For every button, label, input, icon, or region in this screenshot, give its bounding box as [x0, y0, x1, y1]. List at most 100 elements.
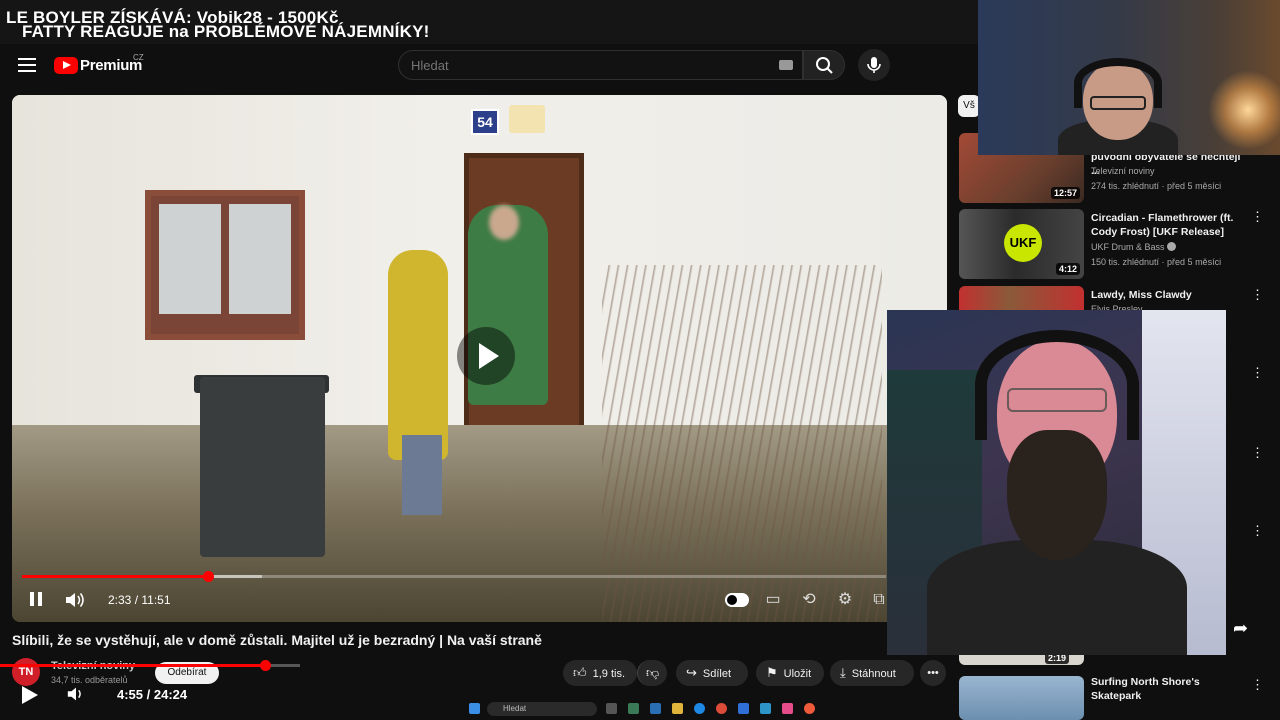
- search-icon: [816, 57, 833, 74]
- microphone-icon: [867, 57, 881, 73]
- progress-played: [22, 575, 208, 578]
- more-vertical-icon[interactable]: ⋮: [1251, 524, 1264, 537]
- headphones-icon: [975, 330, 1139, 440]
- house-number-sign: 54: [471, 109, 499, 135]
- video-thumbnail[interactable]: [959, 286, 1084, 310]
- stream-progress-handle[interactable]: [260, 660, 271, 671]
- share-arrow-icon: ↪: [686, 665, 697, 680]
- subtitles-icon[interactable]: ▭: [762, 589, 784, 611]
- thumbnail-image: [959, 286, 1084, 310]
- webcam-overlay-top: [978, 0, 1280, 155]
- thumbs-down-icon: 👎︎: [646, 665, 660, 680]
- more-vertical-icon[interactable]: ⋮: [1251, 288, 1264, 301]
- recommendation-channel[interactable]: UKF Drum & Bass: [1091, 242, 1177, 252]
- logo-country-code: CZ: [133, 53, 144, 62]
- stream-time-display: 4:55 / 24:24: [117, 687, 188, 702]
- video-title: Slíbili, že se vystěhují, ale v domě zůs…: [12, 632, 542, 648]
- share-button[interactable]: ↪ Sdílet: [676, 660, 748, 686]
- more-horizontal-icon: •••: [927, 667, 939, 679]
- settings-gear-icon[interactable]: ⚙: [834, 589, 856, 611]
- autoplay-toggle[interactable]: [725, 593, 749, 607]
- video-scene-window: [145, 190, 305, 340]
- video-scene-shrubs: [602, 265, 882, 622]
- youtube-logo-icon[interactable]: [54, 57, 78, 74]
- windows-taskbar: Hledat: [460, 700, 860, 718]
- download-button[interactable]: ⤓ Stáhnout: [830, 660, 914, 686]
- more-vertical-icon[interactable]: ⋮: [1251, 210, 1264, 223]
- more-actions-button[interactable]: •••: [920, 660, 946, 686]
- menu-icon[interactable]: [18, 58, 36, 72]
- recommendation-meta: 274 tis. zhlédnutí · před 5 měsíci: [1091, 181, 1222, 191]
- voice-search-button[interactable]: [858, 49, 890, 81]
- thumbnail-image: [959, 676, 1084, 720]
- duration-badge: 12:57: [1050, 187, 1080, 199]
- search-box[interactable]: [398, 50, 803, 80]
- channel-subscriber-count: 34,7 tis. odběratelů: [51, 675, 128, 685]
- webcam-person-beard: [1007, 430, 1107, 560]
- video-scene-bin: [200, 377, 325, 557]
- verified-icon: [1167, 242, 1177, 251]
- video-scene-person-legs: [402, 435, 442, 515]
- overlay-line-2: FATTY REAGUJE na PROBLÉMOVÉ NÁJEMNÍKY!: [22, 22, 430, 41]
- recommendation-channel[interactable]: Televizní noviny: [1091, 166, 1155, 176]
- save-label: Uložit: [783, 668, 812, 680]
- thumbs-up-icon: 👍︎: [573, 665, 587, 680]
- share-overlay-icon[interactable]: ➦: [1233, 618, 1248, 639]
- video-thumbnail[interactable]: [959, 676, 1084, 720]
- video-scene-person-blurred-face: [489, 205, 519, 240]
- more-vertical-icon[interactable]: ⋮: [1251, 366, 1264, 379]
- bookmark-icon: ⚑: [766, 665, 778, 680]
- channel-avatar[interactable]: TN: [12, 658, 40, 686]
- taskbar-app-icon[interactable]: [760, 703, 771, 714]
- search-button[interactable]: [803, 50, 845, 80]
- edge-browser-icon[interactable]: [694, 703, 705, 714]
- taskbar-app-icon[interactable]: [650, 703, 661, 714]
- recommendation-title[interactable]: Lawdy, Miss Clawdy: [1091, 288, 1246, 302]
- search-input[interactable]: [399, 51, 802, 79]
- duration-badge: 4:12: [1055, 263, 1080, 275]
- loop-icon[interactable]: ⟲: [798, 589, 820, 611]
- more-vertical-icon[interactable]: ⋮: [1251, 446, 1264, 459]
- recommendation-title[interactable]: Surfing North Shore's Skatepark: [1091, 675, 1246, 703]
- pause-icon[interactable]: [30, 592, 42, 606]
- taskbar-app-icon[interactable]: [628, 703, 639, 714]
- save-button[interactable]: ⚑ Uložit: [756, 660, 824, 686]
- file-explorer-icon[interactable]: [672, 703, 683, 714]
- more-vertical-icon[interactable]: ⋮: [1251, 678, 1264, 691]
- download-icon: ⤓: [840, 665, 846, 680]
- like-button[interactable]: 👍︎ 1,9 tis.: [563, 660, 637, 686]
- task-view-icon[interactable]: [606, 703, 617, 714]
- center-play-icon[interactable]: [457, 327, 515, 385]
- glasses-icon: [1090, 96, 1146, 110]
- video-thumbnail[interactable]: UKF 4:12: [959, 209, 1084, 279]
- progress-scrubber-handle[interactable]: [203, 571, 214, 582]
- taskbar-search[interactable]: Hledat: [487, 702, 597, 716]
- stream-volume-icon[interactable]: [66, 684, 86, 704]
- download-label: Stáhnout: [851, 668, 896, 680]
- stream-overlay-title: LE BOYLER ZÍSKÁVÁ: Vobik28 - 1500Kč FATT…: [0, 0, 980, 44]
- taskbar-app-icon[interactable]: [782, 703, 793, 714]
- volume-icon[interactable]: [64, 590, 86, 610]
- ukf-logo: UKF: [1004, 224, 1042, 262]
- filter-chip-all[interactable]: Vš: [958, 95, 980, 117]
- recommendation-meta: 150 tis. zhlédnutí · před 5 měsíci: [1091, 257, 1222, 267]
- like-count: 1,9 tis.: [592, 668, 625, 680]
- webcam-overlay-main: [887, 310, 1226, 655]
- taskbar-app-icon[interactable]: [804, 703, 815, 714]
- keyboard-icon[interactable]: [779, 60, 793, 70]
- time-display: 2:33 / 11:51: [108, 593, 171, 607]
- share-label: Sdílet: [702, 668, 732, 680]
- masthead: Premium CZ: [0, 44, 980, 88]
- windows-start-icon[interactable]: [469, 703, 480, 714]
- stream-play-icon[interactable]: [22, 686, 38, 704]
- glasses-icon: [1007, 388, 1107, 412]
- chrome-browser-icon[interactable]: [716, 703, 727, 714]
- dislike-button[interactable]: 👎︎: [637, 660, 667, 686]
- stream-progress-played: [0, 664, 265, 667]
- video-player[interactable]: 54: [12, 95, 947, 622]
- recommendation-title[interactable]: Circadian - Flamethrower (ft. Cody Frost…: [1091, 211, 1246, 239]
- lamp-glow: [1208, 70, 1280, 150]
- video-scene-plate: [509, 105, 545, 133]
- video-scene-person-yellow: [388, 250, 448, 460]
- taskbar-app-icon[interactable]: [738, 703, 749, 714]
